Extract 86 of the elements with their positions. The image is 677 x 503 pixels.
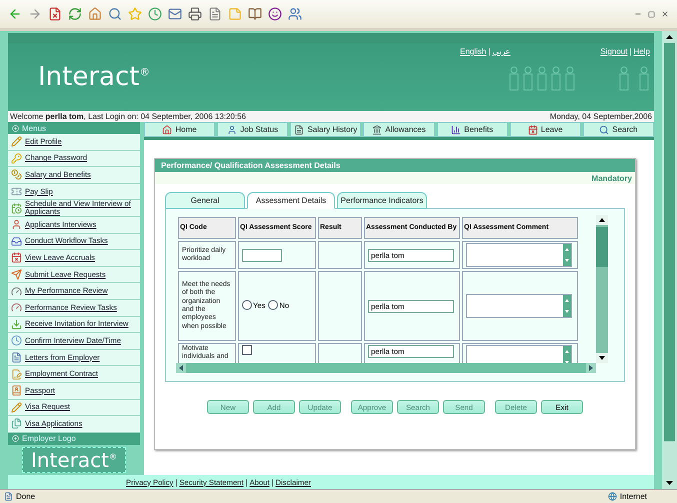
gauge-icon — [11, 286, 22, 297]
separator: | — [488, 47, 490, 56]
logo: Interact$^{®}$ — [37, 62, 150, 92]
radio-button[interactable] — [268, 300, 278, 310]
person-icon — [11, 219, 22, 230]
mail-icon[interactable] — [168, 7, 182, 21]
document-icon[interactable] — [208, 7, 222, 21]
horizontal-scrollbar[interactable] — [176, 363, 596, 373]
note-icon[interactable] — [228, 7, 242, 21]
people-icon[interactable] — [288, 7, 302, 21]
tab[interactable]: Assessment Details — [247, 192, 335, 209]
score-field[interactable] — [242, 248, 282, 262]
nav-tab[interactable]: Job Status — [217, 122, 288, 137]
back-icon[interactable] — [8, 7, 22, 21]
download-icon — [11, 318, 22, 330]
pencil-icon — [11, 402, 22, 413]
document-icon — [11, 352, 22, 364]
welcome-text: Welcome perlla tom, Last Login on: 04 September, 2006 13:20:56 — [10, 112, 246, 121]
vertical-scrollbar[interactable] — [596, 215, 608, 363]
scroll-arrows-icon — [563, 346, 571, 363]
calendar-icon — [11, 202, 22, 214]
refresh-icon[interactable] — [68, 7, 82, 21]
employer-logo: Interact$^{®}$ — [22, 446, 126, 473]
book-icon[interactable] — [248, 7, 262, 21]
key-icon — [11, 152, 22, 164]
inbox-icon — [11, 236, 22, 247]
plus-icon[interactable] — [12, 124, 19, 132]
checkbox[interactable] — [242, 345, 252, 355]
calendar-icon — [11, 252, 22, 264]
nav-tab[interactable]: Home — [144, 122, 216, 137]
date-text: Monday, 04 September,2006 — [550, 112, 652, 121]
panel-title: Performance/ Qualification Assessment Details — [155, 159, 635, 172]
nav-tab[interactable]: Leave — [510, 122, 581, 137]
page-scrollbar[interactable] — [662, 31, 677, 489]
bank-icon — [372, 124, 382, 134]
clock-icon — [11, 335, 22, 346]
send-icon — [11, 269, 22, 280]
coins-icon — [11, 169, 22, 180]
gauge-icon — [11, 302, 22, 314]
scroll-arrows-icon — [563, 295, 571, 317]
radio-button[interactable] — [242, 300, 252, 310]
calendar-icon — [528, 124, 538, 134]
nav-tab[interactable]: Allowances — [363, 122, 435, 137]
nav-tab[interactable]: Search — [582, 122, 654, 137]
bar-chart-icon — [451, 124, 462, 134]
home-icon[interactable] — [88, 7, 102, 21]
result-cell — [318, 271, 362, 341]
printer-icon[interactable] — [188, 7, 202, 21]
zone-text: Internet — [620, 492, 647, 501]
nav-tab[interactable]: Benefits — [436, 122, 508, 137]
stop-icon[interactable] — [48, 7, 62, 21]
document-icon — [294, 124, 304, 134]
plus-icon[interactable] — [12, 435, 19, 442]
search-icon — [599, 124, 610, 134]
result-cell — [318, 241, 362, 269]
ticket-icon — [11, 186, 22, 198]
passport-icon — [11, 385, 22, 396]
separator: | — [175, 478, 178, 486]
menu-header: Employer Logo — [8, 432, 140, 445]
star-icon[interactable] — [128, 7, 142, 21]
smiley-icon[interactable] — [268, 7, 282, 21]
documents-icon — [11, 418, 22, 430]
history-icon[interactable] — [148, 7, 162, 21]
separator: | — [246, 478, 248, 486]
restore-icon[interactable] — [648, 10, 655, 18]
page-icon — [4, 492, 13, 501]
scroll-arrows-icon — [563, 244, 571, 266]
tab[interactable]: General — [165, 192, 245, 209]
status-text: Done — [16, 492, 36, 501]
comment-field[interactable] — [466, 243, 572, 267]
close-icon[interactable] — [661, 10, 669, 18]
comment-field[interactable] — [466, 345, 572, 363]
document-icon — [11, 368, 22, 380]
pencil-icon — [11, 136, 22, 148]
tab[interactable]: Performance Indicators — [337, 192, 427, 209]
mandatory-label: Mandatory — [592, 174, 632, 182]
home-icon — [162, 124, 172, 134]
comment-field[interactable] — [466, 294, 572, 318]
menu-header: Menus — [8, 122, 140, 134]
nav-tab[interactable]: Salary History — [290, 122, 362, 137]
separator: | — [271, 478, 274, 486]
person-icon — [227, 124, 238, 134]
globe-icon — [608, 492, 617, 501]
separator: | — [629, 47, 632, 56]
search-icon[interactable] — [108, 7, 122, 21]
forward-icon[interactable] — [28, 7, 42, 21]
